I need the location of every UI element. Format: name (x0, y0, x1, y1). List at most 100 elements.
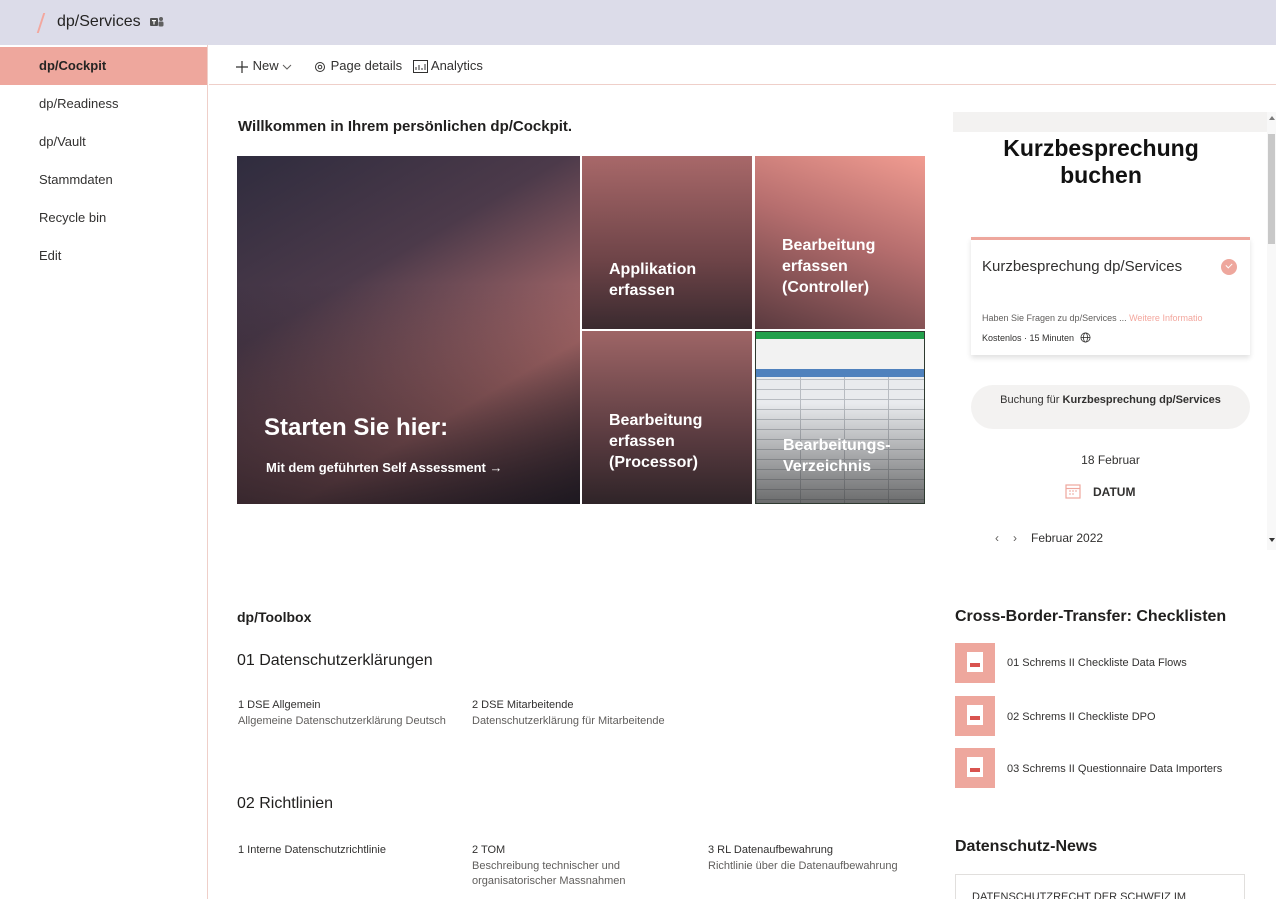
quicklink-description: Allgemeine Datenschutzerklärung Deutsch (238, 715, 446, 727)
booking-date-field[interactable]: DATUM (1065, 483, 1135, 499)
scroll-down-arrow-icon[interactable] (1269, 538, 1275, 542)
booking-scrollbar[interactable] (1267, 112, 1276, 550)
site-title[interactable]: dp/Services (57, 13, 141, 31)
booking-service-card[interactable]: Kurzbesprechung dp/Services Haben Sie Fr… (971, 237, 1250, 355)
new-button[interactable]: New (235, 57, 292, 75)
left-navigation: dp/Cockpit dp/Readiness dp/Vault Stammda… (0, 45, 208, 899)
section-title-datenschutzerklaerungen: 01 Datenschutzerklärungen (237, 652, 433, 669)
document-page (967, 705, 983, 725)
tile-label-line-1: Bearbeitung (782, 237, 876, 254)
chevron-down-icon (282, 64, 292, 70)
quicklink-title[interactable]: 2 TOM (472, 844, 505, 856)
hero-tile-applikation[interactable]: Applikation erfassen (582, 156, 752, 329)
document-icon[interactable] (955, 696, 995, 736)
quicklink-description: Richtlinie über die Datenaufbewahrung (708, 860, 898, 872)
spreadsheet-titlebar (756, 332, 924, 339)
booking-service-description: Haben Sie Fragen zu dp/Services ... Weit… (982, 313, 1202, 323)
spreadsheet-thumbnail (756, 332, 924, 503)
booking-month-navigator: ‹ › Februar 2022 (995, 531, 1103, 545)
nav-item-recycle-bin[interactable]: Recycle bin (0, 199, 207, 237)
nav-item-stammdaten[interactable]: Stammdaten (0, 161, 207, 199)
hero-tile-processor[interactable]: Bearbeitung erfassen (Processor) (582, 331, 752, 504)
nav-item-dp-readiness[interactable]: dp/Readiness (0, 85, 207, 123)
spreadsheet-ribbon (756, 339, 924, 369)
section-title-richtlinien: 02 Richtlinien (237, 795, 334, 812)
booking-pill-prefix: Buchung für (1000, 394, 1060, 406)
tile-label-line-1: Bearbeitung (609, 412, 703, 429)
scrollbar-thumb[interactable] (1268, 134, 1275, 244)
document-page (967, 652, 983, 672)
analytics-icon (413, 60, 428, 74)
news-item-title[interactable]: DATENSCHUTZRECHT DER SCHWEIZ IM (972, 891, 1186, 899)
new-button-label: New (252, 58, 279, 73)
quicklink-title[interactable]: 1 Interne Datenschutzrichtlinie (238, 844, 386, 856)
booking-datum-label: DATUM (1093, 485, 1136, 499)
news-title: Datenschutz-News (955, 838, 1098, 855)
nav-item-dp-cockpit[interactable]: dp/Cockpit (0, 47, 207, 85)
calendar-icon (1065, 484, 1081, 499)
booking-widget: Kurzbesprechung buchen Kurzbesprechung d… (953, 112, 1276, 550)
toolbox-title: dp/Toolbox (237, 609, 312, 625)
chevron-right-icon[interactable]: › (1013, 531, 1017, 545)
page-details-button[interactable]: Page details (313, 57, 402, 75)
header-accent-mark (36, 13, 46, 33)
quicklink-description: Beschreibung technischer und organisator… (472, 860, 626, 887)
document-icon[interactable] (955, 643, 995, 683)
booking-top-strip (953, 112, 1276, 132)
booking-selected-date: 18 Februar (1081, 453, 1140, 467)
booking-month-label: Februar 2022 (1031, 531, 1104, 545)
quicklink-description: Datenschutzerklärung für Mitarbeitende (472, 715, 665, 727)
hero-tile-verzeichnis[interactable]: Bearbeitungs- Verzeichnis (755, 331, 925, 504)
quicklink-title[interactable]: 3 RL Datenaufbewahrung (708, 844, 833, 856)
teams-icon[interactable] (150, 16, 164, 28)
document-icon[interactable] (955, 748, 995, 788)
tile-label-line-1: Applikation (609, 261, 697, 278)
hero-tile-controller[interactable]: Bearbeitung erfassen (Controller) (755, 156, 925, 329)
tile-label-line-3: (Processor) (609, 454, 698, 471)
booking-meta-text: Kostenlos · 15 Minuten (982, 333, 1075, 343)
tile-label-line-2: erfassen (609, 282, 675, 299)
globe-icon (1080, 332, 1091, 343)
checkmark-icon (1221, 259, 1237, 275)
welcome-heading: Willkommen in Ihrem persönlichen dp/Cock… (238, 118, 573, 135)
analytics-button[interactable]: Analytics (413, 57, 483, 75)
nav-item-edit[interactable]: Edit (0, 237, 207, 275)
tile-label-line-3: (Controller) (782, 279, 870, 296)
command-bar: New Page details Analytics (209, 45, 1276, 85)
booking-title: Kurzbesprechung buchen (1003, 135, 1199, 188)
checklist-file-link[interactable]: 02 Schrems II Checkliste DPO (1007, 711, 1156, 723)
scroll-up-arrow-icon[interactable] (1269, 116, 1275, 120)
news-item-card[interactable]: DATENSCHUTZRECHT DER SCHWEIZ IM (955, 874, 1245, 899)
booking-service-meta: Kostenlos · 15 Minuten (982, 332, 1091, 343)
booking-summary-pill: Buchung für Kurzbesprechung dp/Services (971, 385, 1250, 429)
tile-label-line: Bearbeitung erfassen (Processor) (609, 410, 702, 473)
checklist-file-link[interactable]: 01 Schrems II Checkliste Data Flows (1007, 657, 1187, 669)
tile-label-line: Bearbeitung erfassen (Controller) (782, 235, 875, 298)
hero-tile-start[interactable]: Starten Sie hier: Mit dem geführten Self… (237, 156, 580, 504)
page-details-label: Page details (330, 58, 403, 73)
hero-start-link[interactable]: Mit dem geführten Self Assessment → (266, 460, 502, 475)
checklists-title: Cross-Border-Transfer: Checklisten (955, 608, 1227, 625)
booking-question: Haben Sie Fragen zu dp/Services ... (982, 313, 1127, 323)
tile-label-line: Bearbeitungs- Verzeichnis (783, 435, 891, 477)
nav-item-dp-vault[interactable]: dp/Vault (0, 123, 207, 161)
tile-label-line-1: Bearbeitungs- (783, 437, 891, 454)
more-info-link[interactable]: Weitere Informatio (1129, 313, 1202, 323)
gear-icon (315, 61, 325, 72)
analytics-label: Analytics (430, 58, 483, 73)
checklist-file-link[interactable]: 03 Schrems II Questionnaire Data Importe… (1007, 763, 1222, 775)
quicklink-title[interactable]: 2 DSE Mitarbeitende (472, 699, 574, 711)
chevron-left-icon[interactable]: ‹ (995, 531, 999, 545)
plus-icon (236, 60, 248, 73)
site-header: dp/Services (0, 0, 1276, 45)
document-page (967, 757, 983, 777)
booking-pill-service: Kurzbesprechung dp/Services (1062, 394, 1221, 406)
tile-label-line: Applikation erfassen (609, 259, 696, 301)
spreadsheet-header-band (756, 369, 924, 377)
tile-label-line-2: Verzeichnis (783, 458, 872, 475)
quicklink-title[interactable]: 1 DSE Allgemein (238, 699, 321, 711)
tile-label-line-2: erfassen (782, 258, 848, 275)
tile-label-line-2: erfassen (609, 433, 675, 450)
booking-service-name: Kurzbesprechung dp/Services (982, 258, 1183, 275)
hero-start-title: Starten Sie hier: (264, 414, 449, 441)
